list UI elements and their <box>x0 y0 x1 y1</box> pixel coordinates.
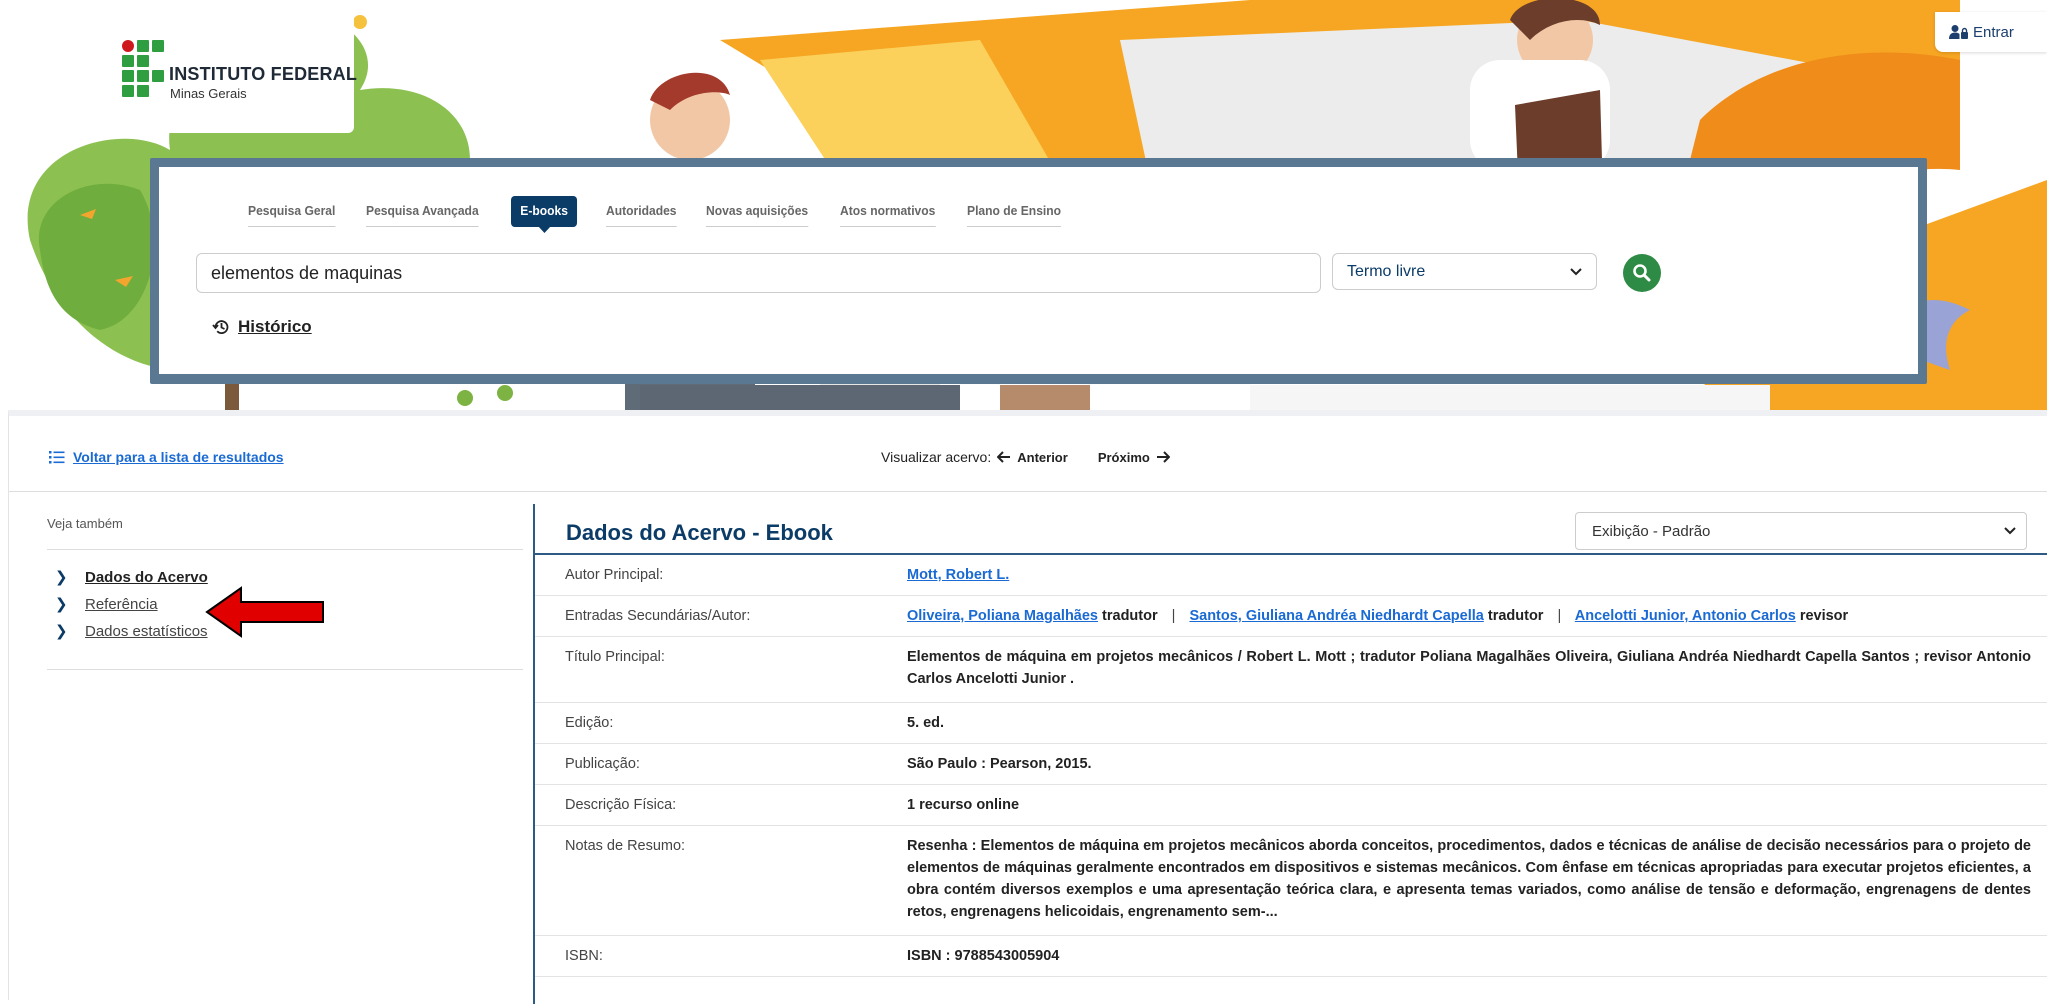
logo-title: INSTITUTO FEDERAL <box>169 64 358 84</box>
tab-ebooks[interactable]: E-books <box>511 196 578 233</box>
chevron-right-icon: ❯ <box>55 596 68 613</box>
field-value: 5. ed. <box>907 715 945 731</box>
detail-header: Dados do Acervo - Ebook Exibição - Padrã… <box>535 504 2047 555</box>
field-label: Publicação: <box>565 756 640 772</box>
field-value: 1 recurso online <box>907 797 1020 813</box>
logo[interactable]: INSTITUTO FEDERAL Minas Gerais <box>103 12 358 133</box>
search-panel: Pesquisa Geral Pesquisa Avançada E-books… <box>159 167 1918 374</box>
author-role: tradutor <box>1102 608 1158 624</box>
history-link[interactable]: Histórico <box>212 317 312 337</box>
tab-atos-normativos[interactable]: Atos normativos <box>840 197 936 227</box>
tab-pesquisa-geral[interactable]: Pesquisa Geral <box>248 197 336 227</box>
tab-novas-aquisicoes[interactable]: Novas aquisições <box>706 197 809 227</box>
secondary-author-link[interactable]: Oliveira, Poliana Magalhães <box>907 608 1098 624</box>
field-value: Elementos de máquina em projetos mecânic… <box>907 649 2031 687</box>
field-row-isbn: ISBN: ISBN : 9788543005904 <box>535 936 2047 977</box>
acervo-navigation: Visualizar acervo: Anterior Próximo <box>881 449 1170 465</box>
field-value: ISBN : 9788543005904 <box>907 948 1060 964</box>
display-mode-select[interactable]: Exibição - Padrão <box>1575 512 2027 550</box>
field-value: Oliveira, Poliana Magalhães tradutor | S… <box>907 596 2047 636</box>
field-row-titulo: Título Principal: Elementos de máquina e… <box>535 637 2047 703</box>
field-value: São Paulo : Pearson, 2015. <box>907 756 1092 772</box>
chevron-down-icon <box>2004 527 2016 535</box>
chevron-right-icon: ❯ <box>55 623 68 640</box>
sidebar-item-label: Dados do Acervo <box>85 569 208 586</box>
field-label: Edição: <box>565 715 614 731</box>
next-link[interactable]: Próximo <box>1098 450 1150 465</box>
history-label: Histórico <box>238 317 312 336</box>
arrow-left-icon[interactable] <box>997 451 1011 463</box>
field-label: Notas de Resumo: <box>565 838 686 854</box>
field-row-notas: Notas de Resumo: Resenha : Elementos de … <box>535 826 2047 936</box>
author-role: tradutor <box>1487 608 1544 624</box>
hero-banner: INSTITUTO FEDERAL Minas Gerais Entrar Pe… <box>0 0 2047 410</box>
separator: | <box>1557 608 1562 624</box>
detail-title: Dados do Acervo - Ebook <box>566 520 833 545</box>
field-label: Descrição Física: <box>565 797 677 813</box>
search-button[interactable] <box>1623 254 1661 292</box>
search-field-select-value: Termo livre <box>1347 262 1426 280</box>
author-role: revisor <box>1799 608 1849 624</box>
field-label: Título Principal: <box>565 649 665 665</box>
field-row-autor: Autor Principal: Mott, Robert L. <box>535 555 2047 596</box>
logo-mark-icon <box>122 40 166 98</box>
view-acervo-label: Visualizar acervo: <box>881 449 992 465</box>
field-value: Mott, Robert L. <box>907 555 2047 595</box>
result-toolbar: Voltar para a lista de resultados Visual… <box>9 416 2047 492</box>
secondary-author-link[interactable]: Santos, Giuliana Andréa Niedhardt Capell… <box>1189 608 1483 624</box>
search-field-select[interactable]: Termo livre <box>1332 253 1597 290</box>
field-row-entradas: Entradas Secundárias/Autor: Oliveira, Po… <box>535 596 2047 637</box>
display-mode-value: Exibição - Padrão <box>1592 522 1711 540</box>
tab-plano-de-ensino[interactable]: Plano de Ensino <box>966 197 1061 227</box>
user-lock-icon <box>1949 25 1968 39</box>
tab-pesquisa-avancada[interactable]: Pesquisa Avançada <box>365 197 479 227</box>
back-to-results-link[interactable]: Voltar para a lista de resultados <box>49 449 284 465</box>
search-icon <box>1633 264 1651 282</box>
history-icon <box>212 320 229 334</box>
detail-panel: Dados do Acervo - Ebook Exibição - Padrã… <box>535 504 2047 977</box>
login-label: Entrar <box>1973 23 2014 41</box>
logo-subtitle: Minas Gerais <box>170 86 247 101</box>
login-button[interactable]: Entrar <box>1935 12 2047 52</box>
field-row-descricao: Descrição Física: 1 recurso online <box>535 785 2047 826</box>
chevron-down-icon <box>1570 267 1582 275</box>
main-content: Voltar para a lista de resultados Visual… <box>8 410 2047 1004</box>
secondary-author-link[interactable]: Ancelotti Junior, Antonio Carlos <box>1575 608 1796 624</box>
field-label: Autor Principal: <box>565 567 664 583</box>
list-icon <box>49 450 65 463</box>
previous-link[interactable]: Anterior <box>1017 450 1068 465</box>
field-label: ISBN: <box>565 948 603 964</box>
field-row-edicao: Edição: 5. ed. <box>535 703 2047 744</box>
field-row-publicacao: Publicação: São Paulo : Pearson, 2015. <box>535 744 2047 785</box>
sidebar-title: Veja também <box>47 516 523 550</box>
search-input[interactable] <box>196 253 1321 293</box>
search-tabs: Pesquisa Geral Pesquisa Avançada E-books… <box>248 196 1092 233</box>
field-value: Resenha : Elementos de máquina em projet… <box>907 838 2031 920</box>
author-link[interactable]: Mott, Robert L. <box>907 567 1009 583</box>
back-to-results-label: Voltar para a lista de resultados <box>73 449 284 465</box>
sidebar-item-label: Referência <box>85 596 158 613</box>
tab-autoridades[interactable]: Autoridades <box>606 197 677 227</box>
field-label: Entradas Secundárias/Autor: <box>565 608 751 624</box>
annotation-arrow-icon <box>205 586 324 638</box>
chevron-right-icon: ❯ <box>55 569 68 586</box>
separator: | <box>1171 608 1176 624</box>
sidebar-item-label: Dados estatísticos <box>85 623 208 640</box>
arrow-right-icon[interactable] <box>1156 451 1170 463</box>
